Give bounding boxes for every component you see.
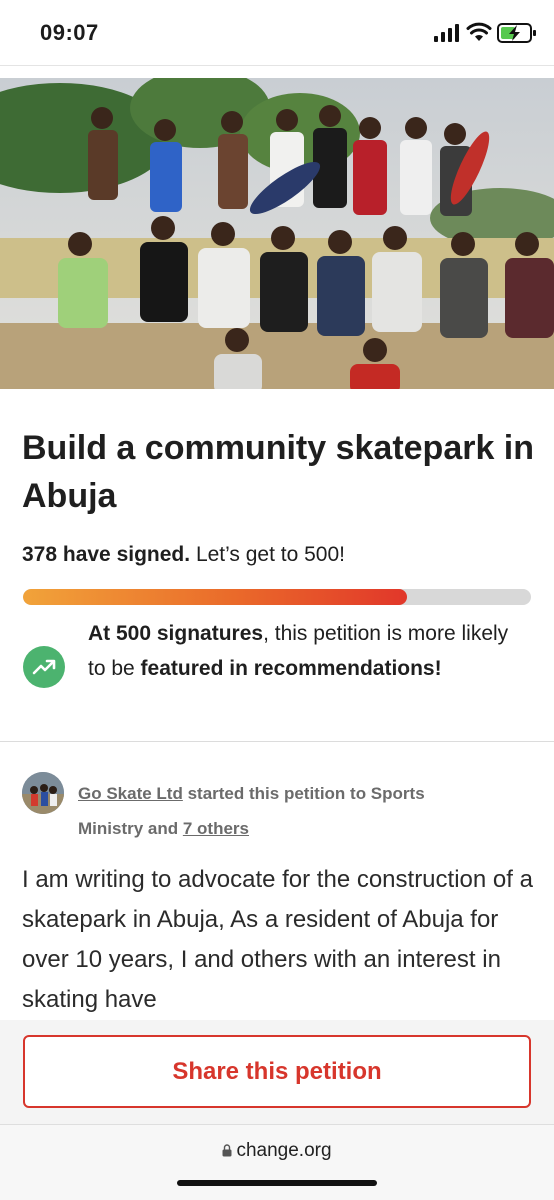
starter-avatar[interactable] [22,772,64,814]
status-bar: 09:07 [0,0,554,66]
home-indicator[interactable] [177,1180,377,1186]
milestone-bold-1: At 500 signatures [88,622,264,645]
starter-name-link[interactable]: Go Skate Ltd [78,784,183,803]
browser-url[interactable]: change.org [0,1140,554,1162]
wifi-icon [466,22,492,41]
signed-count-text: 378 have signed. [22,543,191,566]
other-targets-link[interactable]: 7 others [183,819,249,838]
signal-icon [434,24,459,42]
browser-url-bar[interactable] [0,1124,554,1200]
trend-up-icon [23,646,65,688]
petition-title: Build a community skatepark in Abuja [22,429,535,515]
share-petition-button[interactable]: Share this petition [23,1035,531,1108]
url-text: change.org [236,1140,332,1161]
goal-text: Let’s get to 500! [195,543,345,566]
status-time: 09:07 [40,20,99,45]
signature-progress-fill [23,589,408,605]
lock-icon [222,1144,232,1157]
petition-body-text: I am writing to advocate for the constru… [22,866,533,1013]
section-divider [0,741,554,742]
battery-charging-icon [497,23,536,43]
signature-count: 378 have signed. Let’s get to 500! [22,543,345,567]
petition-starter-line: Go Skate Ltd started this petition to Sp… [78,776,478,846]
milestone-bold-2: featured in recommendations! [140,657,442,680]
signature-progress-bar [23,589,531,605]
petition-hero-image [0,78,554,389]
milestone-message: At 500 signatures, this petition is more… [88,616,528,686]
